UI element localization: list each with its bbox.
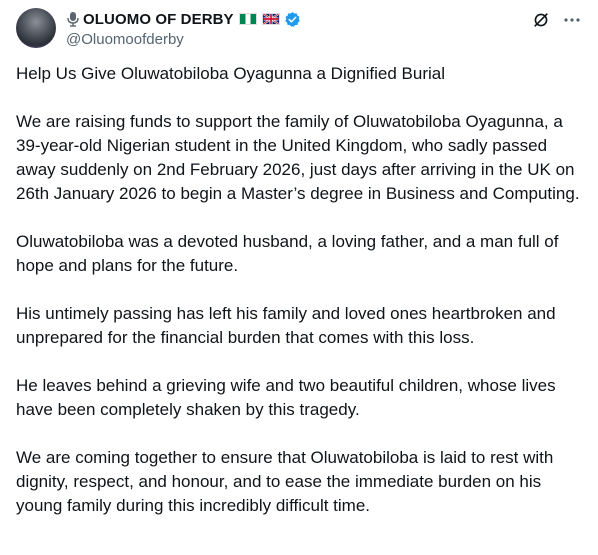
display-name[interactable]: OLUOMO OF DERBY <box>83 11 234 28</box>
post-paragraph: Oluwatobiloba was a devoted husband, a l… <box>16 232 559 275</box>
post-paragraph: We are coming together to ensure that Ol… <box>16 448 554 515</box>
author-info: OLUOMO OF DERBY @Oluomoofderby <box>66 9 301 48</box>
post-card: OLUOMO OF DERBY @Oluomoofderby Help Us G… <box>0 0 598 555</box>
avatar[interactable] <box>16 8 56 48</box>
nigeria-flag-icon <box>238 13 257 25</box>
post-paragraph: We are raising funds to support the fami… <box>16 112 580 203</box>
display-name-row[interactable]: OLUOMO OF DERBY <box>66 9 301 29</box>
microphone-icon <box>66 11 80 27</box>
post-title: Help Us Give Oluwatobiloba Oyagunna a Di… <box>16 64 446 83</box>
post-header: OLUOMO OF DERBY @Oluomoofderby <box>16 8 582 52</box>
verified-badge-icon[interactable] <box>284 11 301 28</box>
uk-flag-icon <box>261 13 280 25</box>
post-paragraph: His untimely passing has left his family… <box>16 304 556 347</box>
post-actions <box>532 10 582 30</box>
grok-icon[interactable] <box>532 11 550 29</box>
post-text: Help Us Give Oluwatobiloba Oyagunna a Di… <box>16 62 582 542</box>
more-options-icon[interactable] <box>562 10 582 30</box>
post-paragraph: He leaves behind a grieving wife and two… <box>16 376 556 419</box>
handle[interactable]: @Oluomoofderby <box>66 31 301 48</box>
